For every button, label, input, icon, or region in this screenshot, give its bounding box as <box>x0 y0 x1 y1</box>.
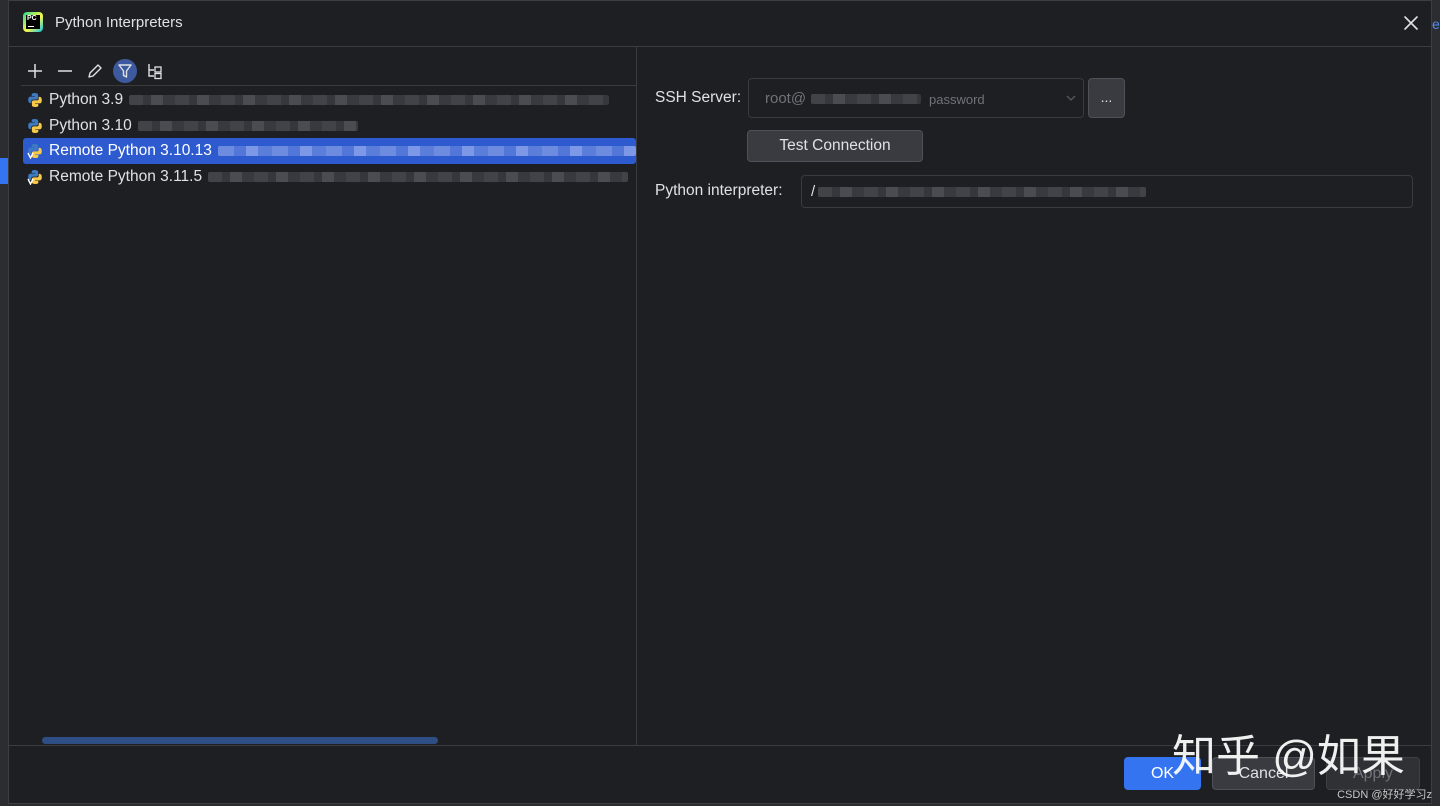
close-icon <box>1404 16 1418 30</box>
remote-python-icon <box>27 169 43 186</box>
background-window-right: e <box>1432 0 1440 806</box>
test-connection-button[interactable]: Test Connection <box>747 130 923 162</box>
python-icon <box>27 118 43 134</box>
interpreter-name: Remote Python 3.10.13 <box>49 142 212 160</box>
close-button[interactable] <box>1401 13 1421 33</box>
interpreter-path-value: / <box>811 183 816 200</box>
python-interpreters-dialog: PC Python Interpreters Python 3.9 Python… <box>8 0 1432 804</box>
pycharm-logo-icon: PC <box>23 12 43 32</box>
ssh-auth-type: password <box>929 92 985 107</box>
interpreter-item-python-3-10[interactable]: Python 3.10 <box>23 113 636 139</box>
interpreter-item-python-3-9[interactable]: Python 3.9 <box>23 87 636 113</box>
show-interpreter-paths-button[interactable] <box>143 59 167 83</box>
interpreter-item-remote-python-3-11-5[interactable]: Remote Python 3.11.5 <box>23 164 636 190</box>
ssh-server-value: root@ <box>765 90 807 107</box>
plus-icon <box>28 64 42 78</box>
filter-interpreters-toggle[interactable] <box>113 59 137 83</box>
tree-icon <box>148 64 162 80</box>
interpreter-name: Remote Python 3.11.5 <box>49 167 203 185</box>
ssh-server-dropdown[interactable]: root@ password <box>748 78 1084 118</box>
redacted-host <box>811 94 921 104</box>
background-window-left <box>0 0 8 806</box>
redacted-path <box>818 187 1146 197</box>
interpreter-name: Python 3.9 <box>49 90 124 108</box>
edit-interpreter-button[interactable] <box>83 59 107 83</box>
dialog-title: Python Interpreters <box>55 14 183 31</box>
interpreter-toolbar <box>23 59 173 83</box>
redacted-path <box>129 94 610 105</box>
redacted-path <box>208 171 629 182</box>
interpreter-details-pane: SSH Server: root@ password ... Test Conn… <box>637 47 1431 745</box>
python-icon <box>27 92 43 108</box>
toolbar-divider <box>21 85 636 86</box>
interpreter-list: Python 3.9 Python 3.10 Remote Python 3.1… <box>23 87 636 190</box>
csdn-watermark: CSDN @好好学习z <box>1337 789 1432 801</box>
redacted-path <box>137 120 358 131</box>
horizontal-scrollbar[interactable] <box>42 737 438 744</box>
pencil-icon <box>88 64 102 78</box>
background-selection-marker <box>0 158 8 184</box>
redacted-path <box>217 146 636 157</box>
chevron-down-icon <box>1066 95 1076 101</box>
remote-python-icon <box>27 143 43 160</box>
browse-ssh-configs-button[interactable]: ... <box>1088 78 1125 118</box>
interpreter-item-remote-python-3-10-13[interactable]: Remote Python 3.10.13 <box>23 138 636 165</box>
minus-icon <box>58 70 72 72</box>
remove-interpreter-button[interactable] <box>53 59 77 83</box>
python-interpreter-path-field[interactable]: / <box>801 175 1413 208</box>
interpreter-list-pane: Python 3.9 Python 3.10 Remote Python 3.1… <box>9 47 637 745</box>
background-link-fragment: e <box>1432 16 1440 32</box>
dialog-titlebar: PC Python Interpreters <box>9 1 1431 47</box>
interpreter-name: Python 3.10 <box>49 116 132 134</box>
zhihu-watermark: 知乎 @如果 <box>1172 732 1405 781</box>
add-interpreter-button[interactable] <box>23 59 47 83</box>
ssh-server-label: SSH Server: <box>655 89 742 106</box>
filter-icon <box>118 64 132 78</box>
python-interpreter-label: Python interpreter: <box>655 182 783 199</box>
